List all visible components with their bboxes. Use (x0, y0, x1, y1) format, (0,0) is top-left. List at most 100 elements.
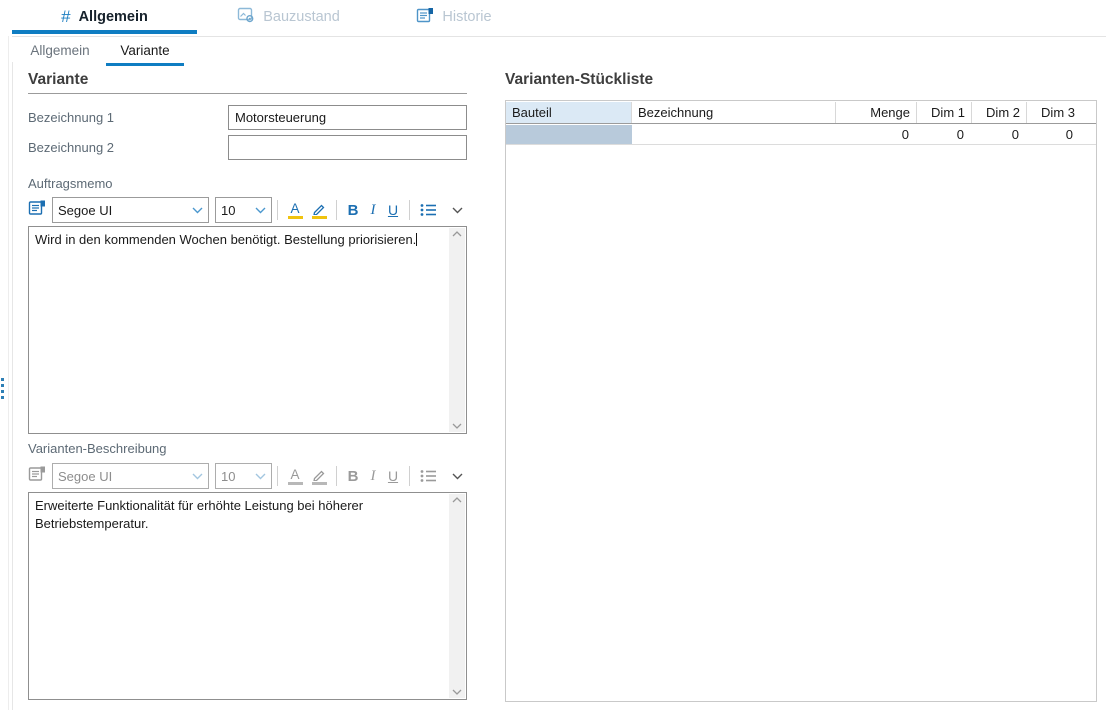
bullet-list-button[interactable] (415, 463, 441, 489)
toolbar-separator (277, 466, 278, 486)
italic-button[interactable]: I (364, 197, 382, 223)
main-tab-allgemein[interactable]: # Allgemein (12, 0, 197, 34)
sub-tab-variante[interactable]: Variante (106, 37, 184, 63)
font-size-select[interactable]: 10 (215, 463, 272, 489)
active-tab-underline (12, 30, 197, 34)
column-header-dim2[interactable]: Dim 2 (972, 102, 1027, 123)
scroll-down-icon (452, 423, 462, 429)
cell-bauteil[interactable] (506, 125, 632, 144)
color-bar (288, 216, 303, 219)
chevron-down-icon (192, 207, 203, 214)
memo-icon (28, 465, 46, 487)
bezeichnung2-label: Bezeichnung 2 (28, 140, 114, 155)
bom-header-row: Bauteil Bezeichnung Menge Dim 1 Dim 2 Di… (506, 102, 1096, 124)
font-family-select[interactable]: Segoe UI (52, 197, 209, 223)
toolbar-separator (409, 200, 410, 220)
table-row[interactable]: 0 0 0 0 (506, 125, 1096, 145)
cell-menge[interactable]: 0 (836, 125, 917, 144)
bullet-list-button[interactable] (415, 197, 441, 223)
chevron-down-icon (192, 473, 203, 480)
column-header-dim3[interactable]: Dim 3 (1027, 102, 1081, 123)
font-family-value: Segoe UI (58, 469, 192, 484)
font-color-button[interactable]: A (283, 463, 307, 489)
chevron-down-icon (255, 473, 266, 480)
main-tab-label: Historie (442, 9, 491, 25)
sub-tab-bar: Allgemein Variante (12, 36, 1106, 62)
sub-tab-allgemein[interactable]: Allgemein (18, 37, 102, 63)
scrollbar[interactable] (449, 228, 465, 432)
underline-button[interactable]: U (382, 463, 404, 489)
scroll-down-icon (452, 689, 462, 695)
font-size-select[interactable]: 10 (215, 197, 272, 223)
main-tab-bar: # Allgemein Bauzustand Historie (0, 0, 1106, 34)
auftragsmemo-textarea[interactable]: Wird in den kommenden Wochen benötigt. B… (28, 226, 467, 434)
sub-tab-label: Allgemein (30, 43, 89, 58)
highlight-button[interactable] (307, 197, 331, 223)
main-tab-label: Bauzustand (263, 9, 340, 25)
bezeichnung1-label: Bezeichnung 1 (28, 110, 114, 125)
pencil-icon (312, 202, 326, 215)
text-cursor (416, 233, 417, 246)
active-subtab-underline (106, 63, 184, 66)
highlight-button[interactable] (307, 463, 331, 489)
cell-bezeichnung[interactable] (632, 125, 836, 144)
splitter-handle[interactable] (1, 378, 7, 399)
beschreibung-textarea[interactable]: Erweiterte Funktionalität für erhöhte Le… (28, 492, 467, 700)
toolbar-separator (277, 200, 278, 220)
column-header-menge[interactable]: Menge (836, 102, 917, 123)
column-header-bauteil[interactable]: Bauteil (506, 102, 632, 123)
toolbar-more-button[interactable] (452, 201, 463, 219)
toolbar-separator (409, 466, 410, 486)
font-family-select[interactable]: Segoe UI (52, 463, 209, 489)
chevron-down-icon (452, 473, 463, 480)
scroll-up-icon (452, 231, 462, 237)
scroll-up-icon (452, 497, 462, 503)
cell-dim3[interactable]: 0 (1027, 125, 1081, 144)
cell-dim1[interactable]: 0 (917, 125, 972, 144)
font-size-value: 10 (221, 203, 255, 218)
main-tab-historie[interactable]: Historie (398, 0, 510, 34)
italic-button[interactable]: I (364, 463, 382, 489)
toolbar-more-button[interactable] (452, 467, 463, 485)
variante-section-title: Variante (28, 71, 88, 89)
sub-tab-label: Variante (120, 43, 169, 58)
bom-table-panel: Bauteil Bezeichnung Menge Dim 1 Dim 2 Di… (505, 100, 1097, 702)
highlight-bar (312, 482, 327, 485)
memo-toolbar: Segoe UI 10 A B I U (28, 195, 467, 225)
underline-button[interactable]: U (382, 197, 404, 223)
bauzustand-icon (237, 7, 255, 28)
scrollbar[interactable] (449, 494, 465, 698)
cell-dim2[interactable]: 0 (972, 125, 1027, 144)
chevron-down-icon (255, 207, 266, 214)
font-color-button[interactable]: A (283, 197, 307, 223)
auftragsmemo-label: Auftragsmemo (28, 176, 113, 191)
main-tab-label: Allgemein (79, 9, 148, 25)
main-tab-bauzustand[interactable]: Bauzustand (216, 0, 361, 34)
bezeichnung2-input[interactable] (228, 135, 467, 160)
list-icon (420, 203, 437, 217)
memo-text: Wird in den kommenden Wochen benötigt. B… (35, 232, 416, 247)
beschreibung-toolbar: Segoe UI 10 A B I U (28, 461, 467, 491)
section-divider (28, 93, 467, 94)
column-header-bezeichnung[interactable]: Bezeichnung (632, 102, 836, 123)
toolbar-separator (336, 466, 337, 486)
hash-icon: # (61, 7, 70, 27)
left-gutter-line (8, 36, 9, 710)
font-size-value: 10 (221, 469, 255, 484)
toolbar-separator (336, 200, 337, 220)
bold-button[interactable]: B (342, 463, 364, 489)
bom-title: Varianten-Stückliste (505, 71, 653, 89)
panel-left-border (12, 62, 13, 710)
historie-icon (416, 7, 434, 28)
font-family-value: Segoe UI (58, 203, 192, 218)
pencil-icon (312, 468, 326, 481)
column-header-dim1[interactable]: Dim 1 (917, 102, 972, 123)
beschreibung-text: Erweiterte Funktionalität für erhöhte Le… (35, 498, 363, 531)
highlight-bar (312, 216, 327, 219)
color-bar (288, 482, 303, 485)
chevron-down-icon (452, 207, 463, 214)
bezeichnung1-input[interactable] (228, 105, 467, 130)
beschreibung-label: Varianten-Beschreibung (28, 441, 167, 456)
list-icon (420, 469, 437, 483)
bold-button[interactable]: B (342, 197, 364, 223)
